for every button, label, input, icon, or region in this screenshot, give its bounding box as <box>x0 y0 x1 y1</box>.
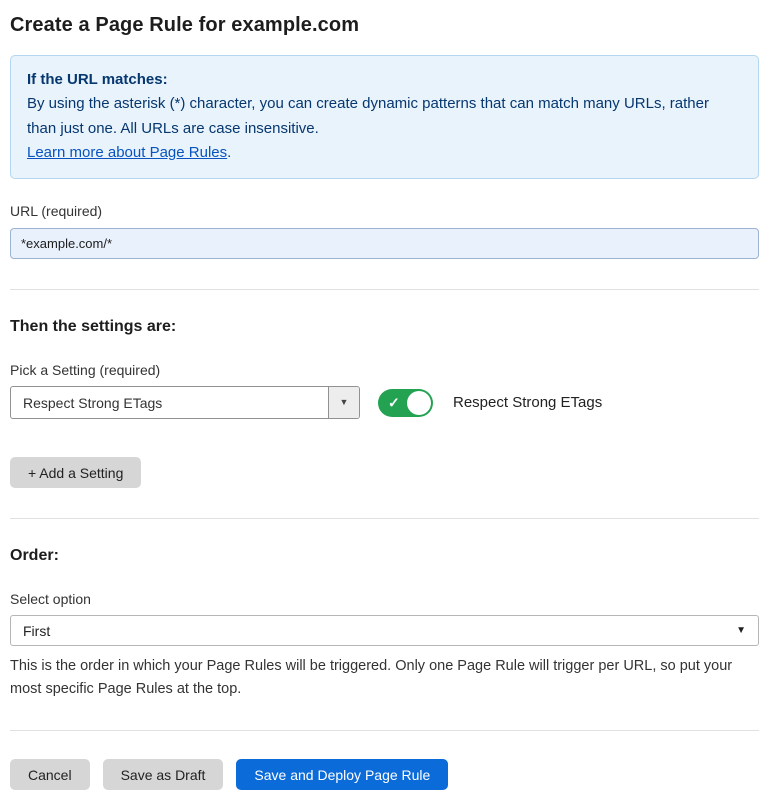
settings-section-heading: Then the settings are: <box>10 318 759 336</box>
setting-select-value: Respect Strong ETags <box>11 395 174 411</box>
order-section-heading: Order: <box>10 547 759 565</box>
section-divider <box>10 289 759 290</box>
chevron-down-icon: ▼ <box>340 398 349 407</box>
cancel-button[interactable]: Cancel <box>10 759 90 790</box>
save-as-draft-button[interactable]: Save as Draft <box>103 759 224 790</box>
section-divider <box>10 730 759 731</box>
setting-select[interactable]: Respect Strong ETags ▼ <box>10 386 360 419</box>
info-box-body: By using the asterisk (*) character, you… <box>27 92 742 141</box>
setting-toggle-label: Respect Strong ETags <box>453 394 602 411</box>
create-page-rule-form: Create a Page Rule for example.com If th… <box>0 0 769 806</box>
footer-actions: Cancel Save as Draft Save and Deploy Pag… <box>10 759 759 790</box>
info-box-heading: If the URL matches: <box>27 68 742 92</box>
order-select-value: First <box>23 623 50 639</box>
info-link-row: Learn more about Page Rules. <box>27 141 742 165</box>
add-setting-button[interactable]: + Add a Setting <box>10 457 141 488</box>
order-select[interactable]: First ▼ <box>10 615 759 646</box>
order-help-text: This is the order in which your Page Rul… <box>10 655 755 700</box>
setting-select-dropdown-button[interactable]: ▼ <box>328 387 359 418</box>
url-input[interactable] <box>10 228 759 259</box>
order-select-label: Select option <box>10 591 759 607</box>
url-field-label: URL (required) <box>10 203 759 219</box>
page-title: Create a Page Rule for example.com <box>10 14 759 37</box>
check-icon: ✓ <box>388 394 400 411</box>
save-and-deploy-button[interactable]: Save and Deploy Page Rule <box>236 759 448 790</box>
setting-row: Respect Strong ETags ▼ ✓ Respect Strong … <box>10 386 759 419</box>
toggle-knob <box>407 391 431 415</box>
info-link-period: . <box>227 144 231 161</box>
url-match-info-box: If the URL matches: By using the asteris… <box>10 55 759 179</box>
pick-setting-label: Pick a Setting (required) <box>10 362 759 378</box>
section-divider <box>10 518 759 519</box>
setting-toggle[interactable]: ✓ <box>378 389 433 417</box>
chevron-down-icon: ▼ <box>736 626 746 636</box>
learn-more-link[interactable]: Learn more about Page Rules <box>27 144 227 161</box>
